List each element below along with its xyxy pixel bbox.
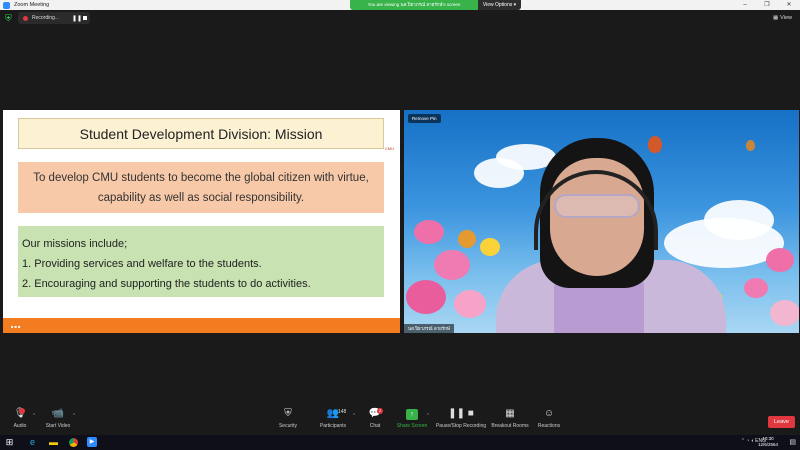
- start-video-label: Start Video: [45, 423, 71, 429]
- minimize-button[interactable]: –: [734, 0, 756, 10]
- recording-dot-icon: [23, 15, 28, 21]
- start-video-button[interactable]: 📹 Start Video: [42, 407, 74, 429]
- chat-label: Chat: [369, 423, 381, 429]
- meeting-toolbar: 🎙 Audio ⌃ 📹 Start Video ⌃ ⛨ Security 👥 P…: [0, 405, 800, 435]
- wifi-icon[interactable]: ◔: [746, 438, 749, 444]
- cosmos-flower: [454, 290, 486, 318]
- shared-screen-slide: Student Development Division: Mission CM…: [3, 110, 400, 333]
- cosmos-flower: [414, 220, 444, 244]
- slide-footer-dots: ■ ■ ■: [11, 324, 21, 329]
- share-options-caret-icon[interactable]: ⌃: [426, 413, 430, 419]
- audio-alert-badge: [19, 408, 25, 414]
- view-label: View: [780, 15, 792, 21]
- clock[interactable]: 10:30 12/6/2564: [758, 436, 778, 448]
- participants-count: 148: [338, 409, 347, 415]
- share-screen-icon: ↑: [406, 409, 418, 420]
- recording-indicator: Recording... ❚❚: [18, 12, 90, 24]
- participant-name-tag: นส.ปิยาภรณ์ ลายรักษ์: [404, 324, 454, 333]
- security-button[interactable]: ⛨ Security: [274, 407, 302, 429]
- close-button[interactable]: ✕: [778, 0, 800, 10]
- cosmos-flower: [480, 238, 500, 256]
- cosmos-flower: [766, 248, 794, 272]
- zoom-app-icon: [3, 1, 10, 9]
- share-screen-label: Share Screen: [396, 423, 428, 429]
- slide-missions-box: Our missions include; 1. Providing servi…: [18, 226, 384, 297]
- view-button[interactable]: ▦ View: [773, 12, 794, 24]
- viewing-screen-banner: You are viewing นส.ปิยาภรณ์ ลายรักษ์'s s…: [350, 0, 478, 10]
- security-label: Security: [278, 423, 298, 429]
- hot-air-balloon: [746, 140, 755, 151]
- clock-date: 12/6/2564: [757, 442, 778, 447]
- cosmos-flower: [770, 300, 799, 326]
- shield-icon: ⛨: [284, 408, 292, 419]
- video-off-icon: 📹: [51, 408, 65, 419]
- window-title: Zoom Meeting: [14, 2, 50, 8]
- chrome-browser-icon[interactable]: [68, 437, 79, 448]
- share-screen-button[interactable]: ↑ Share Screen: [396, 407, 428, 429]
- windows-taskbar: ⊞ e ▬ ▶ ⌃ ◔ ◖ ENG 10:30 12/6/2564 ▤: [0, 435, 800, 450]
- breakout-rooms-button[interactable]: ▦ Breakout Rooms: [490, 407, 530, 429]
- cosmos-flower: [434, 250, 470, 280]
- stop-recording-icon[interactable]: [83, 16, 87, 20]
- notification-icon[interactable]: ▤: [789, 438, 796, 446]
- reactions-label: Reactions: [537, 423, 561, 429]
- background-cloud: [474, 158, 524, 188]
- video-options-caret-icon[interactable]: ⌃: [72, 413, 76, 419]
- participants-label: Participants: [319, 423, 347, 429]
- participants-caret-icon[interactable]: ⌃: [352, 413, 356, 419]
- grid-icon: ▦: [772, 15, 779, 21]
- mission-item: 2. Encouraging and supporting the studen…: [22, 278, 311, 290]
- leave-button[interactable]: Leave: [768, 416, 795, 428]
- cosmos-flower: [458, 230, 476, 248]
- remove-pin-button[interactable]: Remove Pin: [408, 114, 441, 123]
- slide-title: Student Development Division: Mission: [18, 118, 384, 149]
- slide-logo: CMU: [384, 146, 394, 151]
- audio-label: Audio: [13, 423, 27, 429]
- encryption-shield-icon[interactable]: ⛨: [5, 13, 14, 23]
- reactions-icon: ☺: [543, 408, 555, 419]
- edge-browser-icon[interactable]: e: [27, 437, 38, 448]
- audio-options-caret-icon[interactable]: ⌃: [32, 413, 36, 419]
- cosmos-flower: [744, 278, 768, 298]
- pause-stop-icon: ❚❚ ■: [448, 408, 474, 419]
- chat-badge: 2: [377, 408, 383, 414]
- mission-item: 1. Providing services and welfare to the…: [22, 258, 262, 270]
- maximize-button[interactable]: ❐: [756, 0, 778, 10]
- breakout-label: Breakout Rooms: [491, 423, 529, 429]
- view-options-button[interactable]: View Options ▾: [478, 0, 521, 10]
- record-label: Pause/Stop Recording: [435, 423, 487, 429]
- volume-icon[interactable]: ◖: [751, 438, 754, 444]
- recording-label: Recording...: [32, 15, 59, 21]
- zoom-taskbar-icon[interactable]: ▶: [87, 437, 97, 447]
- windows-start-icon[interactable]: ⊞: [4, 437, 15, 448]
- cosmos-flower: [406, 280, 446, 314]
- slide-goal-box: To develop CMU students to become the gl…: [18, 162, 384, 213]
- breakout-icon: ▦: [505, 408, 515, 419]
- reactions-button[interactable]: ☺ Reactions: [534, 407, 564, 429]
- pinned-video-tile[interactable]: Remove Pin นส.ปิยาภรณ์ ลายรักษ์: [404, 110, 799, 333]
- hot-air-balloon: [648, 136, 662, 153]
- background-cloud: [704, 200, 774, 240]
- file-explorer-icon[interactable]: ▬: [48, 437, 59, 448]
- missions-heading: Our missions include;: [22, 238, 128, 250]
- pause-recording-icon[interactable]: ❚❚: [72, 15, 82, 22]
- chevron-up-icon[interactable]: ⌃: [741, 438, 745, 444]
- window-controls: – ❐ ✕: [734, 0, 800, 10]
- meeting-topbar: ⛨ Recording... ❚❚ ▦ View: [0, 10, 800, 26]
- pause-stop-recording-button[interactable]: ❚❚ ■ Pause/Stop Recording: [434, 407, 488, 429]
- slide-footer-bar: [3, 318, 400, 333]
